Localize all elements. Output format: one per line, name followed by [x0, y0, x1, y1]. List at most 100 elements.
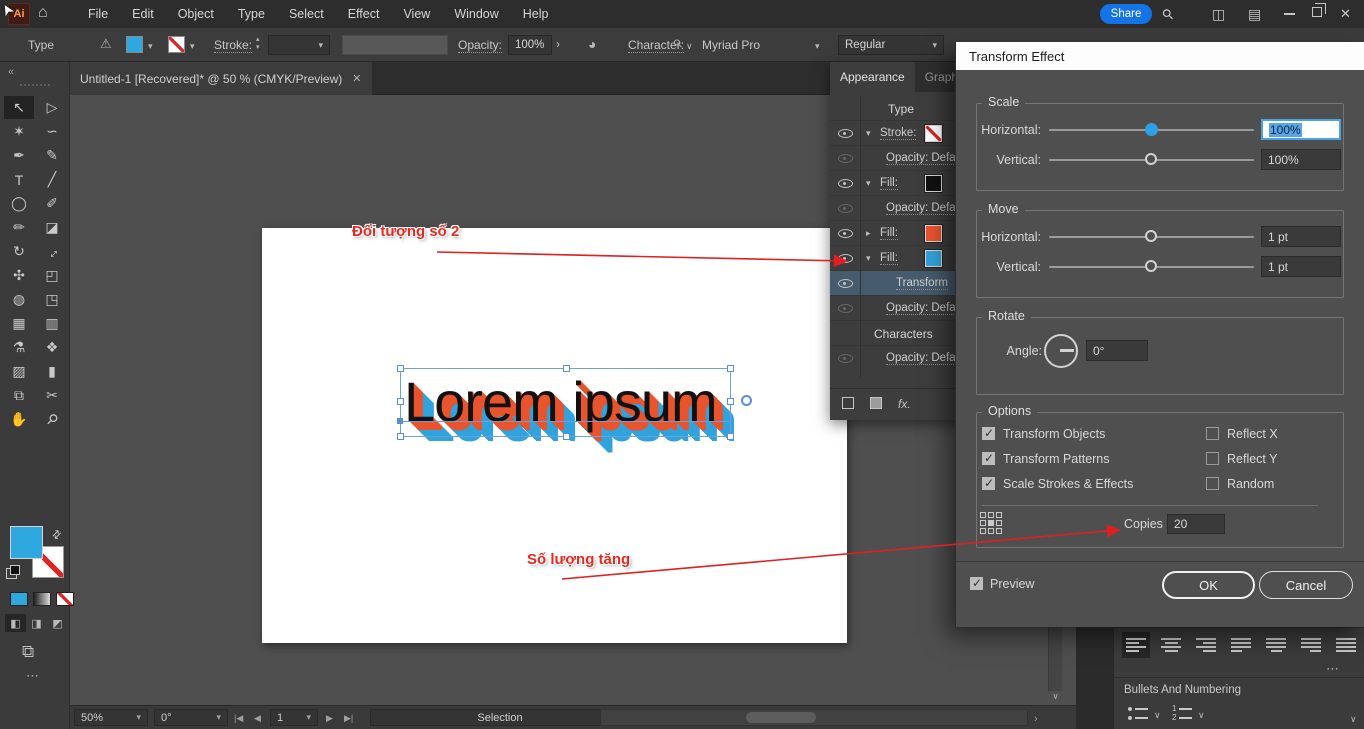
slider-knob[interactable]	[1145, 123, 1158, 136]
rotate-tool[interactable]: ↻	[4, 240, 34, 263]
document-tab[interactable]: Untitled-1 [Recovered]* @ 50 % (CMYK/Pre…	[70, 62, 372, 95]
menu-object[interactable]: Object	[178, 7, 214, 21]
random-label[interactable]: Random	[1227, 477, 1274, 491]
draw-normal-mode-button[interactable]: ◧	[5, 614, 26, 632]
visibility-eye-icon[interactable]	[838, 204, 853, 213]
zoom-tool[interactable]: ⚲	[37, 408, 67, 431]
selection-handle[interactable]	[563, 365, 570, 372]
curvature-tool[interactable]: ✎	[37, 144, 67, 167]
cancel-button[interactable]: Cancel	[1259, 571, 1353, 599]
scale-vertical-field[interactable]: 100%	[1261, 149, 1341, 170]
gradient-tool[interactable]: ▥	[37, 312, 67, 335]
pen-tool[interactable]: ✒	[4, 144, 34, 167]
chevron-right-icon[interactable]: ▸	[866, 228, 871, 239]
scale-horizontal-slider[interactable]	[1049, 129, 1254, 131]
line-segment-tool[interactable]: ╱	[37, 168, 67, 191]
selection-tool[interactable]: ↖	[4, 96, 34, 119]
reflect-x-checkbox[interactable]	[1206, 427, 1219, 440]
next-artboard-icon[interactable]: ▶	[326, 713, 333, 724]
first-artboard-icon[interactable]: |◀	[234, 713, 243, 724]
transform-patterns-checkbox[interactable]	[982, 452, 995, 465]
visibility-eye-icon[interactable]	[838, 129, 853, 138]
text-resize-handle[interactable]	[741, 395, 752, 406]
transform-objects-label[interactable]: Transform Objects	[1003, 427, 1105, 441]
menu-help[interactable]: Help	[523, 7, 549, 21]
slider-knob[interactable]	[1145, 260, 1157, 272]
numbered-list-chevron-icon[interactable]: ∨	[1198, 710, 1205, 721]
visibility-eye-icon[interactable]	[838, 179, 853, 188]
swap-fill-stroke-icon[interactable]: ⇄	[49, 527, 65, 543]
align-right-button[interactable]	[1192, 632, 1220, 658]
selection-handle[interactable]	[563, 433, 570, 440]
horizontal-scrollbar[interactable]	[600, 709, 1028, 726]
stroke-weight-label[interactable]: Stroke:	[214, 38, 252, 53]
selection-handle[interactable]	[397, 398, 404, 405]
visibility-eye-icon[interactable]	[838, 254, 853, 263]
artboard-tool[interactable]: ⧉	[4, 384, 34, 407]
recolor-artwork-icon[interactable]: ◕	[588, 36, 596, 52]
scale-vertical-slider[interactable]	[1049, 159, 1254, 161]
arrange-documents-icon[interactable]: ▤	[1248, 6, 1261, 23]
slice-tool[interactable]: ✂	[37, 384, 67, 407]
move-vertical-slider[interactable]	[1049, 266, 1254, 268]
align-left-button[interactable]	[1122, 632, 1150, 658]
menu-file[interactable]: File	[88, 7, 108, 21]
move-horizontal-slider[interactable]	[1049, 236, 1254, 238]
none-mode-button[interactable]	[56, 592, 74, 606]
scale-horizontal-field[interactable]: 100%	[1261, 119, 1341, 140]
justify-right-button[interactable]	[1297, 632, 1325, 658]
home-icon[interactable]: ⌂	[38, 4, 48, 22]
opacity-label[interactable]: Opacity:	[458, 38, 502, 53]
align-center-button[interactable]	[1157, 632, 1185, 658]
new-effect-icon[interactable]: fx.	[898, 397, 911, 411]
puppet-warp-tool[interactable]: ✣	[4, 264, 34, 287]
opacity-more-icon[interactable]: ›	[556, 37, 560, 51]
baseline-handle[interactable]	[397, 418, 403, 424]
scale-strokes-checkbox[interactable]	[982, 477, 995, 490]
menu-window[interactable]: Window	[454, 7, 498, 21]
color-mode-button[interactable]	[10, 592, 28, 606]
move-vertical-field[interactable]: 1 pt	[1261, 256, 1341, 277]
selection-handle[interactable]	[397, 433, 404, 440]
bullet-list-chevron-icon[interactable]: ∨	[1154, 710, 1161, 721]
gradient-mode-button[interactable]	[33, 592, 51, 606]
preview-label[interactable]: Preview	[990, 577, 1034, 591]
menu-select[interactable]: Select	[289, 7, 324, 21]
collapse-panel-icon[interactable]: «	[8, 66, 14, 78]
visibility-eye-icon[interactable]	[838, 229, 853, 238]
share-button[interactable]: Share	[1100, 4, 1152, 24]
scroll-down-icon[interactable]: ∨	[1049, 691, 1062, 704]
magic-wand-tool[interactable]: ✶	[4, 120, 34, 143]
scale-tool[interactable]: ↔	[37, 240, 67, 263]
direct-selection-tool[interactable]: ▷	[37, 96, 67, 119]
stroke-none-swatch[interactable]	[925, 125, 942, 142]
pencil-tool[interactable]: ✏	[4, 216, 34, 239]
new-stroke-icon[interactable]	[842, 397, 854, 409]
blend-tool[interactable]: ❖	[37, 336, 67, 359]
panel-scroll-chevron-icon[interactable]: ∨	[1350, 714, 1357, 725]
previous-artboard-icon[interactable]: ◀	[254, 713, 261, 724]
fill-color-swatch[interactable]	[126, 36, 143, 53]
horizontal-scrollbar-thumb[interactable]	[746, 712, 816, 723]
ellipse-tool[interactable]: ◯	[4, 192, 34, 215]
random-checkbox[interactable]	[1206, 477, 1219, 490]
default-fill-stroke-icon[interactable]	[6, 568, 17, 579]
ok-button[interactable]: OK	[1162, 571, 1255, 599]
chevron-down-icon[interactable]: ▾	[866, 253, 871, 264]
fill-blue-swatch[interactable]	[925, 250, 942, 267]
menu-effect[interactable]: Effect	[348, 7, 380, 21]
justify-left-button[interactable]	[1227, 632, 1255, 658]
document-tab-close-icon[interactable]: ✕	[352, 72, 361, 85]
numbered-list-icon[interactable]: 1 2	[1172, 706, 1192, 721]
stroke-color-swatch[interactable]	[168, 36, 185, 53]
menu-type[interactable]: Type	[238, 7, 265, 21]
visibility-eye-icon[interactable]	[838, 279, 853, 288]
font-name-chevron-icon[interactable]: ▾	[815, 41, 820, 52]
angle-field[interactable]: 0°	[1086, 340, 1148, 361]
stroke-chevron-icon[interactable]: ▾	[190, 41, 195, 52]
stroke-weight-dropdown[interactable]: ▾	[268, 35, 330, 55]
reference-point-locator[interactable]	[980, 512, 1002, 534]
edit-toolbar-icon[interactable]: ⋯	[26, 668, 40, 684]
scale-strokes-label[interactable]: Scale Strokes & Effects	[1003, 477, 1133, 491]
shape-builder-tool[interactable]: ◍	[4, 288, 34, 311]
